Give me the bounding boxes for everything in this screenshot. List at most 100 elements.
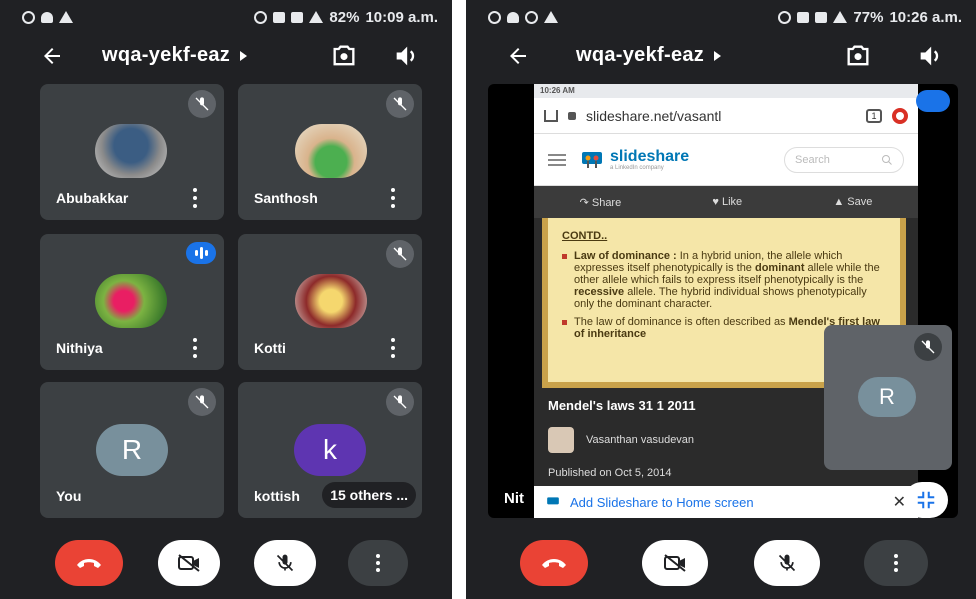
author-name: Vasanthan vasudevan [586, 434, 695, 446]
mic-off-icon [188, 388, 216, 416]
slide-bullet: Law of dominance : In a hybrid union, th… [562, 250, 886, 310]
clock: 10:26 a.m. [889, 8, 962, 26]
slideshare-header: slideshare a LinkedIn company Search [534, 134, 918, 186]
avatar: k [294, 424, 366, 476]
hangup-icon [542, 559, 566, 568]
participant-tile-self[interactable]: R You [40, 382, 224, 518]
shared-status-bar: 10:26 AM [534, 84, 918, 98]
meet-screen-presentation: 77% 10:26 a.m. wqa-yekf-eaz 10:26 AM sli… [466, 0, 976, 599]
camera-toggle-button[interactable] [642, 540, 708, 586]
mic-off-icon [386, 388, 414, 416]
participant-tile[interactable]: Abubakkar [40, 84, 224, 220]
participant-name: kottish [254, 488, 300, 504]
meeting-header: wqa-yekf-eaz [0, 36, 452, 76]
more-vert-icon[interactable] [390, 188, 396, 208]
whatsapp-icon [525, 10, 538, 24]
status-icons-right: 77% 10:26 a.m. [778, 9, 962, 26]
lock-icon [568, 111, 576, 120]
mic-off-icon [386, 240, 414, 268]
chevron-right-icon [240, 50, 248, 61]
speaking-indicator-icon [916, 90, 950, 112]
meet-screen-grid: 82% 10:09 a.m. wqa-yekf-eaz Abubakkar Sa… [0, 0, 452, 599]
chevron-right-icon [714, 50, 722, 61]
avatar: R [96, 424, 168, 476]
others-count-chip[interactable]: 15 others ... [322, 482, 416, 508]
status-icons-right: 82% 10:09 a.m. [254, 9, 438, 26]
signal-icon [833, 11, 848, 23]
mic-off-icon [914, 333, 942, 361]
opera-icon [892, 107, 908, 124]
slideshare-logo-icon [582, 151, 602, 168]
clock: 10:09 a.m. [365, 8, 438, 26]
menu-icon [548, 153, 566, 166]
back-arrow-icon[interactable] [506, 44, 530, 68]
more-vert-icon [376, 554, 380, 572]
back-arrow-icon[interactable] [40, 44, 64, 68]
more-vert-icon[interactable] [390, 338, 396, 358]
tabs-icon: 1 [866, 108, 882, 123]
end-call-button[interactable] [55, 540, 123, 586]
mic-toggle-button[interactable] [254, 540, 316, 586]
participant-tile[interactable]: Nithiya [40, 234, 224, 370]
speaker-icon[interactable] [916, 42, 944, 70]
status-icons-left [488, 10, 558, 24]
fullscreen-button[interactable] [904, 482, 948, 518]
camera-toggle-button[interactable] [158, 540, 220, 586]
status-icons-left [22, 10, 73, 24]
meeting-code: wqa-yekf-eaz [102, 44, 231, 66]
more-vert-icon [894, 554, 898, 572]
speaker-icon[interactable] [392, 42, 420, 70]
warning-icon [59, 11, 73, 23]
avatar [295, 274, 367, 328]
self-view-pip[interactable]: R [824, 325, 952, 470]
like-action: ♥ Like [712, 196, 743, 208]
more-options-button[interactable] [864, 540, 928, 586]
alarm-icon [254, 10, 268, 24]
meeting-code: wqa-yekf-eaz [576, 44, 705, 66]
meeting-title[interactable]: wqa-yekf-eaz [102, 44, 248, 67]
add-to-home-banner: Add Slideshare to Home screen ✕ [534, 486, 918, 518]
video-off-icon [178, 554, 200, 572]
more-vert-icon[interactable] [192, 338, 198, 358]
url-text: slideshare.net/vasantl [586, 107, 722, 124]
shared-search-box: Search [784, 146, 904, 173]
presenter-name: Nit [504, 490, 524, 507]
participant-tile[interactable]: k kottish 15 others ... [238, 382, 422, 518]
logo-text: slideshare [610, 147, 690, 165]
avatar [95, 124, 167, 178]
participant-name: Kotti [254, 340, 286, 356]
mic-toggle-button[interactable] [754, 540, 820, 586]
mic-off-icon [276, 554, 294, 572]
wifi-icon [273, 11, 286, 23]
shared-address-bar: slideshare.net/vasantl 1 [534, 98, 918, 134]
cast-icon [291, 11, 304, 23]
heart-icon [507, 11, 519, 23]
participant-name: Abubakkar [56, 190, 129, 206]
search-placeholder: Search [795, 153, 830, 166]
home-icon [544, 109, 558, 122]
switch-camera-icon[interactable] [844, 42, 872, 70]
switch-camera-icon[interactable] [330, 42, 358, 70]
mic-off-icon [778, 554, 796, 572]
author-avatar [548, 427, 574, 453]
meeting-title[interactable]: wqa-yekf-eaz [576, 44, 722, 67]
status-bar: 82% 10:09 a.m. [0, 0, 452, 34]
more-options-button[interactable] [348, 540, 408, 586]
more-vert-icon[interactable] [192, 188, 198, 208]
search-icon [882, 154, 892, 165]
alarm-icon [778, 10, 792, 24]
participant-tile[interactable]: Santhosh [238, 84, 422, 220]
hangup-icon [77, 559, 101, 568]
fullscreen-exit-icon [917, 491, 935, 509]
end-call-button[interactable] [520, 540, 588, 586]
participant-tile[interactable]: Kotti [238, 234, 422, 370]
heart-icon [41, 11, 53, 23]
chat-bubble-icon [22, 10, 35, 24]
participant-name: Nithiya [56, 340, 103, 356]
mic-off-icon [188, 90, 216, 118]
warning-icon [544, 11, 558, 23]
signal-icon [309, 11, 324, 23]
status-bar: 77% 10:26 a.m. [466, 0, 976, 34]
slideshare-logo: slideshare a LinkedIn company [580, 148, 689, 172]
logo-subtext: a LinkedIn company [610, 164, 664, 171]
